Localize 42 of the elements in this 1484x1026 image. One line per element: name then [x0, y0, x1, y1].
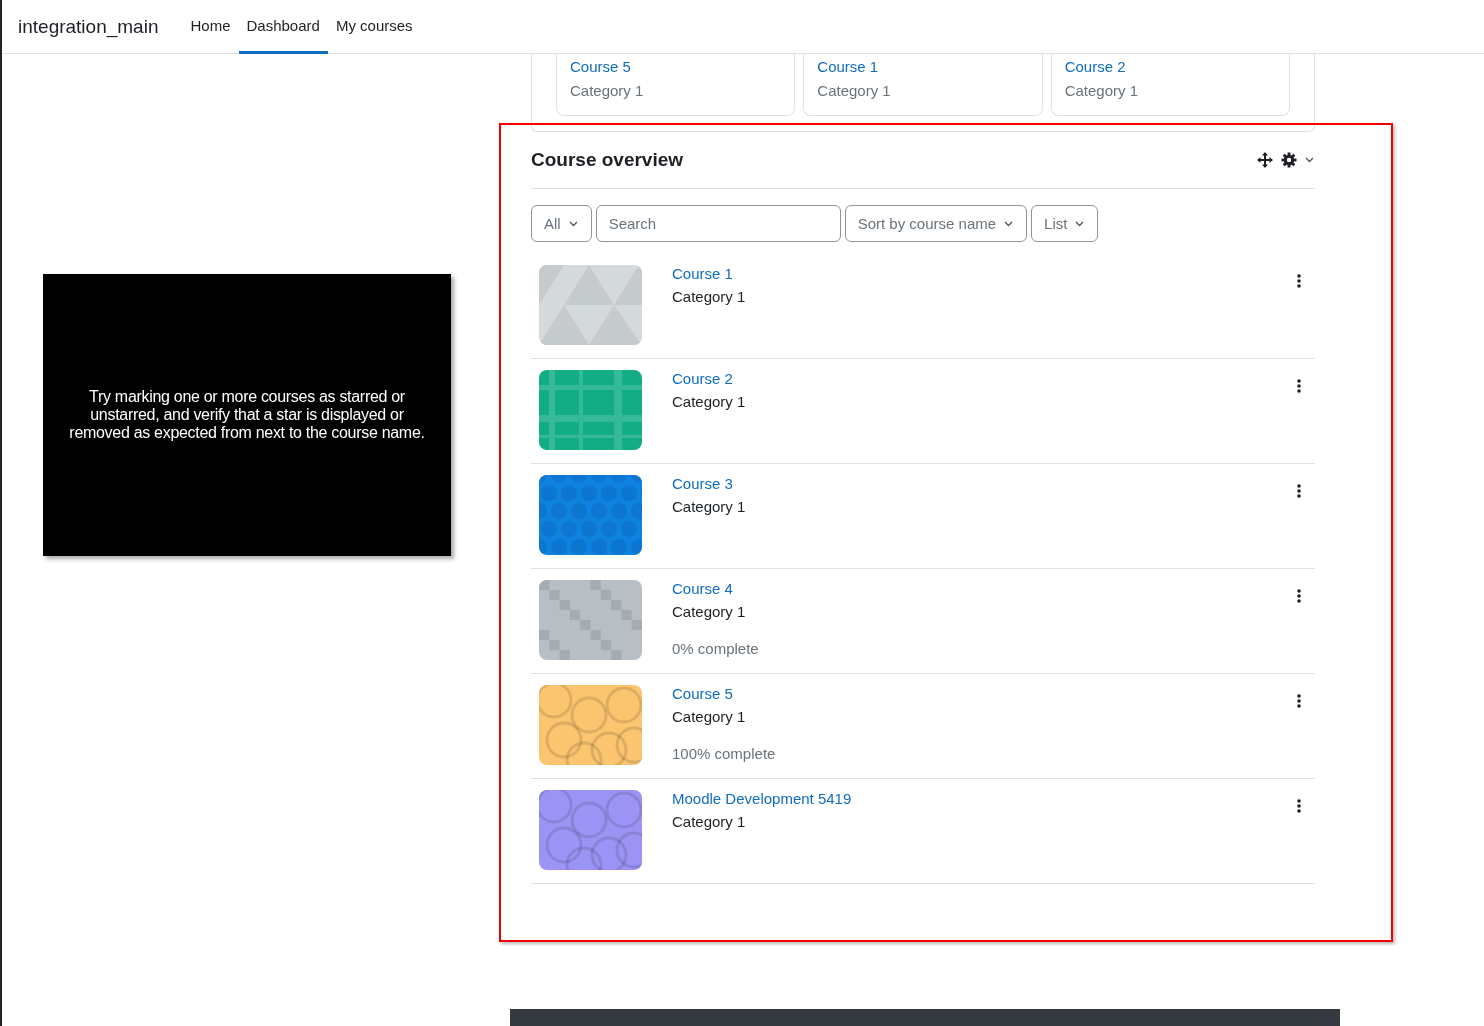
caret-icon	[568, 220, 579, 227]
course-category: Category 1	[817, 82, 892, 99]
block-title: Course overview	[531, 149, 685, 171]
course-link[interactable]: Course 2	[1064, 58, 1126, 75]
more-options-button[interactable]	[1297, 378, 1301, 394]
nav-link[interactable]: Home	[182, 0, 239, 54]
course-category: Category 1	[672, 603, 747, 620]
more-options-button[interactable]	[1297, 483, 1301, 499]
course-category: Category 1	[570, 82, 645, 99]
course-link[interactable]: Course 2	[672, 370, 733, 387]
course-link[interactable]: Course 5	[672, 685, 733, 702]
course-category: Category 1	[672, 393, 747, 410]
nav-link[interactable]: Dashboard	[238, 0, 328, 54]
dropdown-button[interactable]: All	[531, 205, 592, 242]
course-link[interactable]: Course 5	[570, 58, 631, 75]
course-link[interactable]: Course 4	[672, 580, 733, 597]
dropdown-button[interactable]: List	[1031, 205, 1099, 242]
course-link[interactable]: Moodle Development 5419	[672, 790, 852, 807]
dropdown-button[interactable]: Sort by course name	[844, 205, 1028, 242]
move-icon	[1257, 152, 1273, 168]
course-category: Category 1	[672, 288, 747, 305]
course-category: Category 1	[672, 498, 747, 515]
site-name: integration_main	[18, 15, 159, 38]
progress-text: 100% complete	[672, 745, 777, 762]
callout-text: Try marking one or more courses as starred or unstarred, and verify that a star is displayed or removed as expected from next to the course name.	[68, 388, 426, 442]
more-options-button[interactable]	[1297, 798, 1301, 814]
nav-link[interactable]: My courses	[327, 0, 421, 54]
more-options-button[interactable]	[1297, 588, 1301, 604]
more-options-button[interactable]	[1297, 273, 1301, 289]
search-field[interactable]: Search	[595, 205, 841, 242]
course-category: Category 1	[1064, 82, 1140, 99]
course-category: Category 1	[672, 813, 747, 830]
caret-icon	[1305, 157, 1315, 163]
caret-icon	[1075, 220, 1086, 227]
progress-text: 0% complete	[672, 640, 760, 657]
course-link[interactable]: Course 3	[672, 475, 733, 492]
course-link[interactable]: Course 1	[817, 58, 879, 75]
more-options-button[interactable]	[1297, 693, 1301, 709]
course-category: Category 1	[672, 708, 747, 725]
caret-icon	[1004, 220, 1015, 227]
settings-icon	[1281, 152, 1297, 168]
course-link[interactable]: Course 1	[672, 265, 733, 282]
